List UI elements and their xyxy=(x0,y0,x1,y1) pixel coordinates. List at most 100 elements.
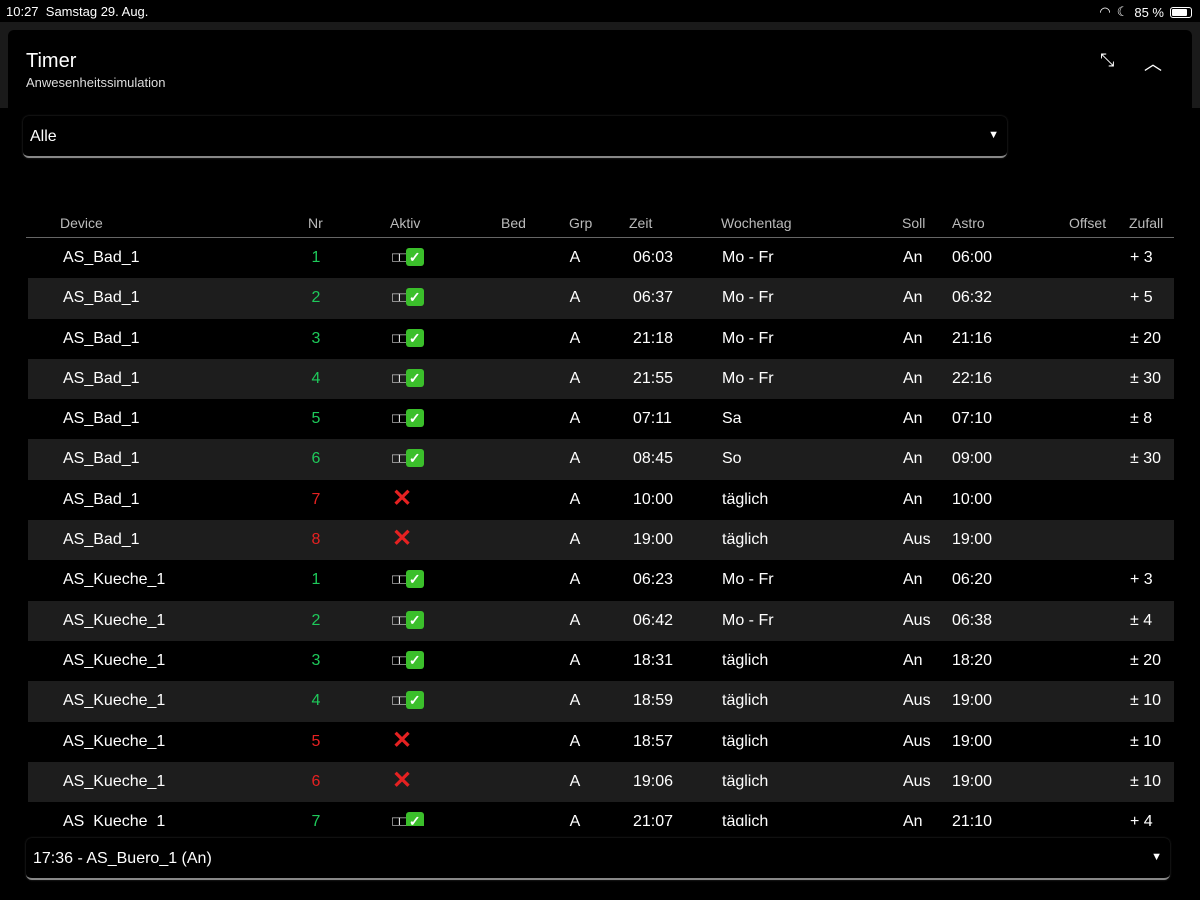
cell-grp: A xyxy=(569,813,581,826)
cell-tag: täglich xyxy=(722,813,769,826)
cell-astro: 07:10 xyxy=(952,410,993,428)
next-event-dropdown[interactable]: 17:36 - AS_Buero_1 (An) ▼ xyxy=(26,838,1170,880)
column-header-offset[interactable]: Offset xyxy=(1069,215,1106,231)
cell-device: AS_Bad_1 xyxy=(63,531,140,549)
table-row[interactable]: AS_Bad_1 8 ✕ A 19:00 täglich Aus 19:00 xyxy=(28,520,1174,561)
cell-soll: An xyxy=(903,450,923,468)
table-row[interactable]: AS_Bad_1 7 ✕ A 10:00 täglich An 10:00 xyxy=(28,480,1174,520)
cell-zeit: 21:07 xyxy=(633,813,674,826)
cell-astro: 10:00 xyxy=(952,490,993,508)
table-row[interactable]: AS_Kueche_1 5 ✕ A 18:57 täglich Aus 19:00 ± 10 xyxy=(28,722,1174,762)
table-row[interactable]: AS_Kueche_1 2 □□ ✓ A 06:42 Mo - Fr Aus 06:38 ± 4 xyxy=(28,600,1174,641)
cell-astro: 06:20 xyxy=(952,571,993,589)
cell-grp: A xyxy=(569,289,581,307)
cell-tag: täglich xyxy=(722,692,769,710)
chevron-up-icon[interactable]: ︿ xyxy=(1144,50,1162,76)
table-row[interactable]: AS_Kueche_1 1 □□ ✓ A 06:23 Mo - Fr An 06:20 + 3 xyxy=(28,560,1174,600)
table-row[interactable]: AS_Kueche_1 7 □□ ✓ A 21:07 täglich An 21:10 + 4 xyxy=(28,802,1174,826)
cell-nr: 7 xyxy=(311,490,321,508)
active-checkmark-icon[interactable]: □□ ✓ xyxy=(392,691,424,710)
column-header-zufall[interactable]: Zufall xyxy=(1129,215,1163,231)
cell-nr: 3 xyxy=(311,651,321,669)
active-checkmark-icon[interactable]: □□ ✓ xyxy=(392,368,424,387)
inactive-x-icon[interactable]: ✕ xyxy=(392,527,412,551)
cell-device: AS_Bad_1 xyxy=(63,490,140,508)
cell-tag: Sa xyxy=(722,410,742,428)
dropdown-arrow-icon: ▼ xyxy=(988,129,999,141)
cell-zufall: ± 20 xyxy=(1130,651,1162,669)
cell-zufall: ± 10 xyxy=(1130,732,1162,750)
cell-soll: Aus xyxy=(903,611,931,629)
table-row[interactable]: AS_Kueche_1 6 ✕ A 19:06 täglich Aus 19:00 ± 10 xyxy=(28,761,1174,803)
column-header-aktiv[interactable]: Aktiv xyxy=(390,215,420,231)
column-header-bed[interactable]: Bed xyxy=(501,215,526,231)
cell-zeit: 19:00 xyxy=(633,531,674,549)
inactive-x-icon[interactable]: ✕ xyxy=(392,486,412,511)
clock: 10:27 xyxy=(6,4,39,19)
cell-zufall: + 5 xyxy=(1130,289,1153,307)
battery-icon xyxy=(1170,6,1192,18)
cell-soll: Aus xyxy=(903,692,931,710)
cell-astro: 09:00 xyxy=(952,450,993,468)
cell-zufall: ± 8 xyxy=(1130,410,1153,428)
table-row[interactable]: AS_Bad_1 3 □□ ✓ A 21:18 Mo - Fr An 21:16 ± 20 xyxy=(28,319,1174,359)
cell-astro: 19:00 xyxy=(952,692,993,710)
wifi-icon: ◠ xyxy=(1099,4,1111,19)
cell-grp: A xyxy=(569,450,581,468)
active-checkmark-icon[interactable]: □□ ✓ xyxy=(392,449,424,468)
column-header-wochentag[interactable]: Wochentag xyxy=(721,215,792,231)
cell-zeit: 19:06 xyxy=(633,772,674,790)
active-checkmark-icon[interactable]: □□ ✓ xyxy=(392,328,424,347)
status-bar: 10:27 Samstag 29. Aug. ◠ ☾ 85 % xyxy=(0,0,1200,22)
cell-tag: So xyxy=(722,450,742,468)
column-header-soll[interactable]: Soll xyxy=(902,215,925,231)
table-row[interactable]: AS_Bad_1 4 □□ ✓ A 21:55 Mo - Fr An 22:16 ± 30 xyxy=(28,358,1174,400)
cell-nr: 5 xyxy=(311,410,321,428)
cell-soll: An xyxy=(903,813,923,826)
table-row[interactable]: AS_Bad_1 1 □□ ✓ A 06:03 Mo - Fr An 06:00 + 3 xyxy=(28,238,1174,278)
column-header-device[interactable]: Device xyxy=(60,215,103,231)
filter-dropdown[interactable]: Alle ▼ xyxy=(23,116,1007,158)
collapse-fullscreen-icon[interactable]: ⤡ xyxy=(1100,50,1114,71)
column-header-grp[interactable]: Grp xyxy=(569,215,592,231)
timer-table[interactable]: AS_Bad_1 1 □□ ✓ A 06:03 Mo - Fr An 06:00 + 3 AS_Ba… xyxy=(28,238,1174,826)
table-row[interactable]: AS_Kueche_1 4 □□ ✓ A 18:59 täglich Aus 19:00 ± 10 xyxy=(28,681,1174,722)
cell-grp: A xyxy=(569,531,581,549)
cell-zeit: 18:31 xyxy=(633,651,674,669)
table-row[interactable]: AS_Bad_1 6 □□ ✓ A 08:45 So An 09:00 ± 30 xyxy=(28,439,1174,480)
date: Samstag 29. Aug. xyxy=(45,4,149,19)
battery-percent: 85 % xyxy=(1134,4,1164,20)
cell-nr: 6 xyxy=(311,450,321,468)
cell-zeit: 21:18 xyxy=(633,329,674,347)
column-header-astro[interactable]: Astro xyxy=(952,215,985,231)
cell-device: AS_Bad_1 xyxy=(63,369,140,387)
cell-device: AS_Kueche_1 xyxy=(63,732,166,750)
inactive-x-icon[interactable]: ✕ xyxy=(392,728,412,753)
cell-astro: 18:20 xyxy=(952,651,993,669)
cell-tag: täglich xyxy=(722,732,769,750)
cell-tag: täglich xyxy=(722,651,769,669)
inactive-x-icon[interactable]: ✕ xyxy=(392,768,412,793)
cell-tag: Mo - Fr xyxy=(722,329,774,347)
card-title: Timer xyxy=(26,50,77,72)
column-header-zeit[interactable]: Zeit xyxy=(629,215,652,231)
active-checkmark-icon[interactable]: □□ ✓ xyxy=(392,812,424,826)
active-checkmark-icon[interactable]: □□ ✓ xyxy=(392,409,424,428)
cell-grp: A xyxy=(569,490,581,508)
cell-device: AS_Kueche_1 xyxy=(63,611,166,629)
active-checkmark-icon[interactable]: □□ ✓ xyxy=(392,650,424,669)
cell-nr: 2 xyxy=(311,611,321,629)
cell-astro: 22:16 xyxy=(952,369,993,387)
table-row[interactable]: AS_Kueche_1 3 □□ ✓ A 18:31 täglich An 18:20 ± 20 xyxy=(28,641,1174,681)
active-checkmark-icon[interactable]: □□ ✓ xyxy=(392,288,424,307)
table-row[interactable]: AS_Bad_1 2 □□ ✓ A 06:37 Mo - Fr An 06:32 + 5 xyxy=(28,278,1174,319)
column-header-nr[interactable]: Nr xyxy=(308,215,323,231)
cell-device: AS_Kueche_1 xyxy=(63,571,166,589)
cell-zufall: ± 10 xyxy=(1130,692,1162,710)
cell-device: AS_Kueche_1 xyxy=(63,692,166,710)
active-checkmark-icon[interactable]: □□ ✓ xyxy=(392,570,424,589)
cell-soll: Aus xyxy=(903,732,931,750)
active-checkmark-icon[interactable]: □□ ✓ xyxy=(392,610,424,629)
active-checkmark-icon[interactable]: □□ ✓ xyxy=(392,248,424,266)
table-row[interactable]: AS_Bad_1 5 □□ ✓ A 07:11 Sa An 07:10 ± 8 xyxy=(28,399,1174,439)
